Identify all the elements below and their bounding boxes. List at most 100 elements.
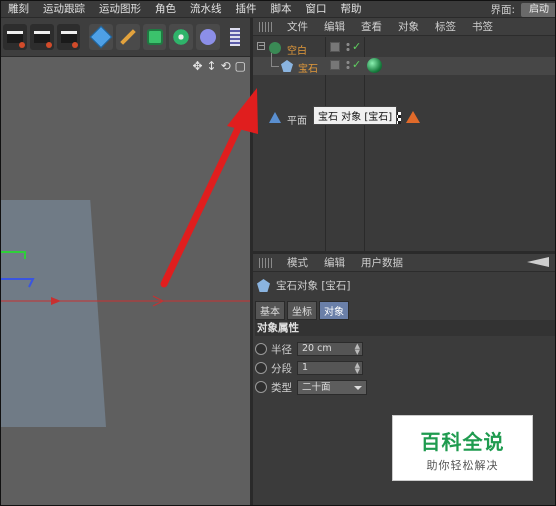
clapperboard-icon: [33, 31, 50, 43]
cube-icon: [89, 25, 113, 49]
om-menu-view[interactable]: 查看: [353, 19, 390, 34]
list-item-gem[interactable]: 宝石 ✓: [253, 53, 555, 75]
grip-icon[interactable]: [259, 21, 273, 32]
back-arrow-icon[interactable]: [527, 257, 549, 267]
attribute-tabs: 基本 坐标 对象: [255, 301, 349, 320]
main-toolbar: [1, 18, 250, 56]
tree-line: [271, 66, 279, 67]
enabled-check-icon[interactable]: ✓: [352, 40, 361, 53]
type-dropdown[interactable]: 二十面: [297, 379, 367, 395]
subdivision-button[interactable]: [142, 24, 167, 50]
array-button[interactable]: [169, 24, 194, 50]
object-manager: 文件 编辑 查看 对象 标签 书签 − 空白 ✓ 宝石 ✓ 平面: [253, 18, 555, 251]
spinner-icon[interactable]: ▲ ▼: [355, 343, 360, 356]
om-menu-file[interactable]: 文件: [279, 19, 316, 34]
chevron-down-icon: [354, 385, 362, 390]
tree-line: [271, 53, 272, 67]
pen-button[interactable]: [115, 24, 140, 50]
radius-value: 20 cm: [302, 343, 332, 354]
object-name[interactable]: 宝石: [298, 60, 318, 75]
field-label: 分段: [271, 362, 292, 375]
object-list: − 空白 ✓ 宝石 ✓ 平面: [253, 37, 555, 251]
menu-sculpt[interactable]: 雕刻: [1, 1, 36, 18]
field-label: 半径: [271, 343, 292, 356]
om-menu-tags[interactable]: 标签: [427, 19, 464, 34]
floor-button[interactable]: [223, 24, 247, 50]
subdivision-icon: [146, 29, 163, 45]
section-header: 对象属性: [255, 320, 555, 336]
field-label: 类型: [271, 381, 292, 394]
material-tag-icon[interactable]: [367, 58, 382, 73]
animate-radio[interactable]: [255, 362, 267, 374]
type-value: 二十面: [302, 381, 331, 393]
deformer-button[interactable]: [196, 24, 221, 50]
3d-viewport[interactable]: ✥ ↕ ⟲ ▢: [1, 56, 250, 505]
menu-help[interactable]: 帮助: [334, 1, 369, 18]
om-menu-object[interactable]: 对象: [390, 19, 427, 34]
gem-object-icon: [257, 279, 270, 292]
gem-object-icon: [281, 60, 293, 72]
floor-icon: [230, 28, 241, 46]
menu-plugins[interactable]: 插件: [229, 1, 264, 18]
attribute-title-text: 宝石对象 [宝石]: [276, 280, 351, 292]
menu-mograph[interactable]: 运动图形: [92, 1, 148, 18]
om-menu-edit[interactable]: 编辑: [316, 19, 353, 34]
app-window: 雕刻 运动跟踪 运动图形 角色 流水线 插件 脚本 窗口 帮助 界面: 启动 ✥…: [0, 0, 556, 506]
menu-bar: 雕刻 运动跟踪 运动图形 角色 流水线 插件 脚本 窗口 帮助 界面: 启动: [1, 1, 555, 18]
attribute-title: 宝石对象 [宝石]: [257, 278, 351, 293]
y-axis-handle: [1, 251, 26, 259]
segments-value: 1: [302, 362, 309, 373]
enabled-check-icon[interactable]: ✓: [352, 58, 361, 71]
watermark-logo: 百科全说 助你轻松解决: [392, 415, 533, 481]
deformer-icon: [200, 29, 217, 45]
phong-tag-icon[interactable]: [406, 111, 420, 123]
x-axis-handle: [51, 297, 61, 305]
clapperboard-icon: [6, 31, 23, 43]
cube-button[interactable]: [88, 24, 113, 50]
layout-dropdown[interactable]: 启动: [521, 2, 555, 17]
watermark-title: 百科全说: [420, 430, 505, 454]
watermark-subtitle: 助你轻松解决: [426, 459, 499, 472]
object-manager-menu: 文件 编辑 查看 对象 标签 书签: [253, 18, 555, 36]
segments-field: 分段 1 ▲ ▼: [255, 359, 363, 377]
segments-input[interactable]: 1 ▲ ▼: [297, 361, 363, 375]
render-view-button[interactable]: [3, 24, 27, 50]
radius-field: 半径 20 cm ▲ ▼: [255, 340, 363, 358]
collapse-icon[interactable]: −: [257, 42, 265, 50]
menu-window[interactable]: 窗口: [299, 1, 334, 18]
render-dots[interactable]: [346, 42, 350, 52]
animate-radio[interactable]: [255, 343, 267, 355]
array-icon: [172, 28, 191, 46]
menu-script[interactable]: 脚本: [264, 1, 299, 18]
am-menu-user-data[interactable]: 用户数据: [353, 255, 411, 270]
plane-object-icon: [269, 112, 281, 123]
z-axis-handle: [1, 278, 35, 288]
list-item-null[interactable]: − 空白 ✓: [253, 39, 555, 57]
attribute-manager-menu: 模式 编辑 用户数据: [253, 254, 555, 272]
render-settings-button[interactable]: [56, 24, 81, 50]
om-menu-bookmarks[interactable]: 书签: [464, 19, 501, 34]
tab-object[interactable]: 对象: [319, 301, 349, 320]
grip-icon[interactable]: [259, 257, 273, 268]
animate-radio[interactable]: [255, 381, 267, 393]
list-item-plane[interactable]: 平面: [253, 109, 555, 127]
layout-label: 界面:: [490, 4, 515, 16]
visibility-toggle[interactable]: [330, 42, 340, 52]
render-dots[interactable]: [346, 60, 350, 70]
visibility-toggle[interactable]: [330, 60, 340, 70]
axis-gizmo: [1, 251, 250, 307]
tab-basic[interactable]: 基本: [255, 301, 285, 320]
menu-character[interactable]: 角色: [148, 1, 183, 18]
tab-coordinates[interactable]: 坐标: [287, 301, 317, 320]
menu-pipeline[interactable]: 流水线: [183, 1, 229, 18]
radius-input[interactable]: 20 cm ▲ ▼: [297, 342, 363, 356]
render-picture-viewer-button[interactable]: [29, 24, 54, 50]
spinner-icon[interactable]: ▲ ▼: [355, 362, 360, 375]
am-menu-mode[interactable]: 模式: [279, 255, 316, 270]
clapperboard-gear-icon: [60, 31, 77, 43]
object-name[interactable]: 空白: [287, 42, 307, 57]
am-menu-edit[interactable]: 编辑: [316, 255, 353, 270]
menu-motion-tracking[interactable]: 运动跟踪: [36, 1, 92, 18]
object-name[interactable]: 平面: [287, 112, 307, 127]
layout-switcher: 界面: 启动: [490, 1, 555, 18]
